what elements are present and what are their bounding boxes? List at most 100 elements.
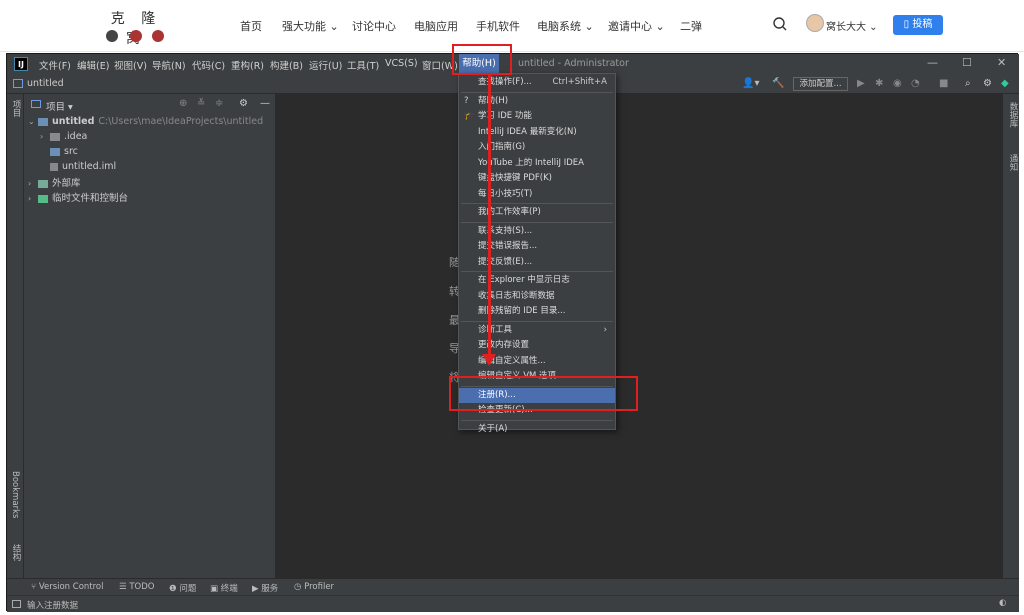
nav-pc-apps[interactable]: 电脑应用 bbox=[414, 18, 458, 34]
submit-post-button[interactable]: ▯ 投稿 bbox=[893, 15, 943, 35]
version-control-tab[interactable]: ⑂ Version Control bbox=[31, 582, 104, 592]
help-menu-item[interactable]: 提交错误报告... bbox=[459, 239, 615, 254]
debug-icon[interactable]: ✱ bbox=[875, 78, 883, 89]
settings-gear-icon[interactable]: ⚙ bbox=[983, 78, 992, 89]
run-icon[interactable]: ▶ bbox=[857, 78, 865, 89]
search-icon[interactable] bbox=[772, 16, 788, 32]
help-menu-item[interactable]: 我的工作效率(P) bbox=[459, 205, 615, 220]
help-menu-item[interactable]: 提交反馈(E)... bbox=[459, 255, 615, 270]
chevron-down-icon[interactable]: ⌄ bbox=[28, 117, 38, 126]
help-menu-item[interactable]: 收集日志和诊断数据 bbox=[459, 289, 615, 304]
hide-panel-icon[interactable]: — bbox=[260, 98, 270, 109]
project-view-selector[interactable]: 项目 ▾ bbox=[46, 99, 73, 113]
stop-icon[interactable]: ■ bbox=[939, 78, 948, 89]
help-menu-item[interactable]: 联系支持(S)... bbox=[459, 224, 615, 239]
site-logo[interactable]: 克 隆 窝 bbox=[100, 6, 172, 47]
bookmarks-tool-tab[interactable]: Bookmarks bbox=[10, 471, 20, 519]
notification-icon[interactable]: ◐ bbox=[999, 598, 1006, 608]
maximize-icon[interactable]: ☐ bbox=[962, 56, 972, 69]
menu-tools[interactable]: 工具(T) bbox=[347, 58, 379, 72]
menu-separator bbox=[461, 91, 613, 93]
structure-tool-tab[interactable]: 结构 bbox=[10, 544, 22, 561]
tree-item-scratches[interactable]: › 临时文件和控制台 bbox=[28, 190, 128, 204]
notifications-tool-tab[interactable]: 通知 bbox=[1007, 154, 1019, 171]
help-menu-item[interactable]: 🎓 学习 IDE 功能 bbox=[459, 109, 615, 124]
chevron-right-icon[interactable]: › bbox=[28, 194, 38, 203]
menu-view[interactable]: 视图(V) bbox=[114, 58, 147, 72]
help-menu-item[interactable]: 键盘快捷键 PDF(K) bbox=[459, 171, 615, 186]
collapse-all-icon[interactable]: ≑ bbox=[215, 98, 223, 109]
menu-vcs[interactable]: VCS(S) bbox=[385, 58, 418, 69]
help-menu-item[interactable]: 每日小技巧(T) bbox=[459, 187, 615, 202]
menu-item-label: 更改内存设置 bbox=[478, 340, 530, 350]
folder-icon bbox=[38, 117, 48, 126]
search-everywhere-icon[interactable]: ⌕ bbox=[965, 78, 971, 89]
build-hammer-icon[interactable]: 🔨 bbox=[772, 78, 784, 89]
menu-item-label: 帮助(H) bbox=[478, 95, 509, 106]
menu-refactor[interactable]: 重构(R) bbox=[231, 58, 264, 72]
menu-item-icon: 🎓 bbox=[464, 111, 475, 121]
module-icon bbox=[13, 79, 23, 88]
help-menu-item[interactable]: YouTube 上的 IntelliJ IDEA bbox=[459, 156, 615, 171]
tree-item-iml[interactable]: untitled.iml bbox=[50, 161, 116, 172]
project-panel: 项目 ▾ ⊕ ≚ ≑ ⚙ — ⌄ untitled C:\Users\mae\Ide… bbox=[24, 94, 276, 578]
site-header: 克 隆 窝 首页 强大功能 ⌄ 讨论中心 电脑应用 手机软件 电脑系统 ⌄ 邀请… bbox=[0, 0, 1024, 52]
profile-icon[interactable]: ◔ bbox=[911, 78, 920, 89]
chevron-right-icon[interactable]: › bbox=[40, 132, 50, 141]
tree-item-external-libs[interactable]: › 外部库 bbox=[28, 175, 81, 189]
help-menu-item[interactable]: 在 Explorer 中显示日志 bbox=[459, 273, 615, 288]
nav-discussion[interactable]: 讨论中心 bbox=[352, 18, 396, 34]
menu-item-label: YouTube 上的 IntelliJ IDEA bbox=[478, 157, 584, 168]
menu-code[interactable]: 代码(C) bbox=[192, 58, 225, 72]
avatar[interactable] bbox=[806, 14, 824, 32]
expand-all-icon[interactable]: ≚ bbox=[197, 98, 205, 109]
project-tool-tab[interactable]: 项目 bbox=[10, 100, 22, 117]
nav-invite[interactable]: 邀请中心 ⌄ bbox=[608, 18, 665, 34]
minimize-icon[interactable]: — bbox=[927, 56, 938, 69]
close-icon[interactable]: ✕ bbox=[997, 56, 1006, 69]
nav-features[interactable]: 强大功能 ⌄ bbox=[282, 18, 339, 34]
menu-build[interactable]: 构建(B) bbox=[270, 58, 303, 72]
jetbrains-icon[interactable]: ◆ bbox=[1001, 78, 1009, 89]
help-menu-item[interactable]: 诊断工具 › bbox=[459, 323, 615, 338]
root-path: C:\Users\mae\IdeaProjects\untitled bbox=[98, 116, 264, 127]
profiler-tab[interactable]: ◷ Profiler bbox=[294, 582, 334, 592]
editor-area: 随 转 最 导 将 bbox=[277, 94, 1002, 578]
menu-edit[interactable]: 编辑(E) bbox=[77, 58, 109, 72]
problems-label: 问题 bbox=[179, 584, 197, 594]
folder-icon bbox=[50, 132, 60, 141]
help-menu-item[interactable]: 入门指南(G) bbox=[459, 140, 615, 155]
user-icon[interactable]: 👤▾ bbox=[742, 78, 759, 89]
user-menu[interactable]: 窝长大大 ⌄ bbox=[826, 18, 878, 33]
breadcrumb[interactable]: untitled bbox=[27, 78, 64, 89]
terminal-tab[interactable]: ▣ 终端 bbox=[210, 582, 238, 594]
menu-file[interactable]: 文件(F) bbox=[39, 58, 71, 72]
help-menu-item[interactable]: IntelliJ IDEA 最新变化(N) bbox=[459, 125, 615, 140]
nav-erdan[interactable]: 二弹 bbox=[680, 18, 702, 34]
add-configuration-button[interactable]: 添加配置... bbox=[793, 77, 848, 91]
database-tool-tab[interactable]: 数据库 bbox=[1007, 102, 1019, 128]
nav-pc-systems[interactable]: 电脑系统 ⌄ bbox=[537, 18, 594, 34]
help-menu-item[interactable]: 删除残留的 IDE 目录... bbox=[459, 304, 615, 319]
nav-mobile-apps[interactable]: 手机软件 bbox=[476, 18, 520, 34]
todo-tab[interactable]: ☰ TODO bbox=[119, 582, 154, 592]
help-menu-item[interactable]: 关于(A) bbox=[459, 422, 615, 437]
locate-icon[interactable]: ⊕ bbox=[179, 98, 187, 109]
problems-tab[interactable]: ❶ 问题 bbox=[169, 582, 196, 594]
coverage-icon[interactable]: ◉ bbox=[893, 78, 902, 89]
tree-item-idea[interactable]: › .idea bbox=[40, 131, 87, 142]
status-icon[interactable] bbox=[12, 600, 21, 608]
chevron-right-icon[interactable]: › bbox=[28, 179, 38, 188]
tree-item-src[interactable]: src bbox=[50, 146, 78, 157]
nav-home[interactable]: 首页 bbox=[240, 18, 262, 34]
help-menu-item[interactable]: ? 帮助(H) bbox=[459, 94, 615, 109]
menu-item-label: 入门指南(G) bbox=[478, 142, 526, 152]
help-menu-item[interactable]: 更改内存设置 bbox=[459, 338, 615, 353]
menu-navigate[interactable]: 导航(N) bbox=[152, 58, 186, 72]
options-gear-icon[interactable]: ⚙ bbox=[239, 98, 248, 109]
tree-root[interactable]: ⌄ untitled C:\Users\mae\IdeaProjects\untit… bbox=[28, 116, 263, 127]
help-menu-item[interactable]: 查找操作(F)... Ctrl+Shift+A bbox=[459, 75, 615, 90]
menu-run[interactable]: 运行(U) bbox=[309, 58, 342, 72]
bottom-tool-bar: ⑂ Version Control ☰ TODO ❶ 问题 ▣ 终端 ▶ 服务 … bbox=[7, 578, 1019, 595]
services-tab[interactable]: ▶ 服务 bbox=[252, 582, 278, 594]
